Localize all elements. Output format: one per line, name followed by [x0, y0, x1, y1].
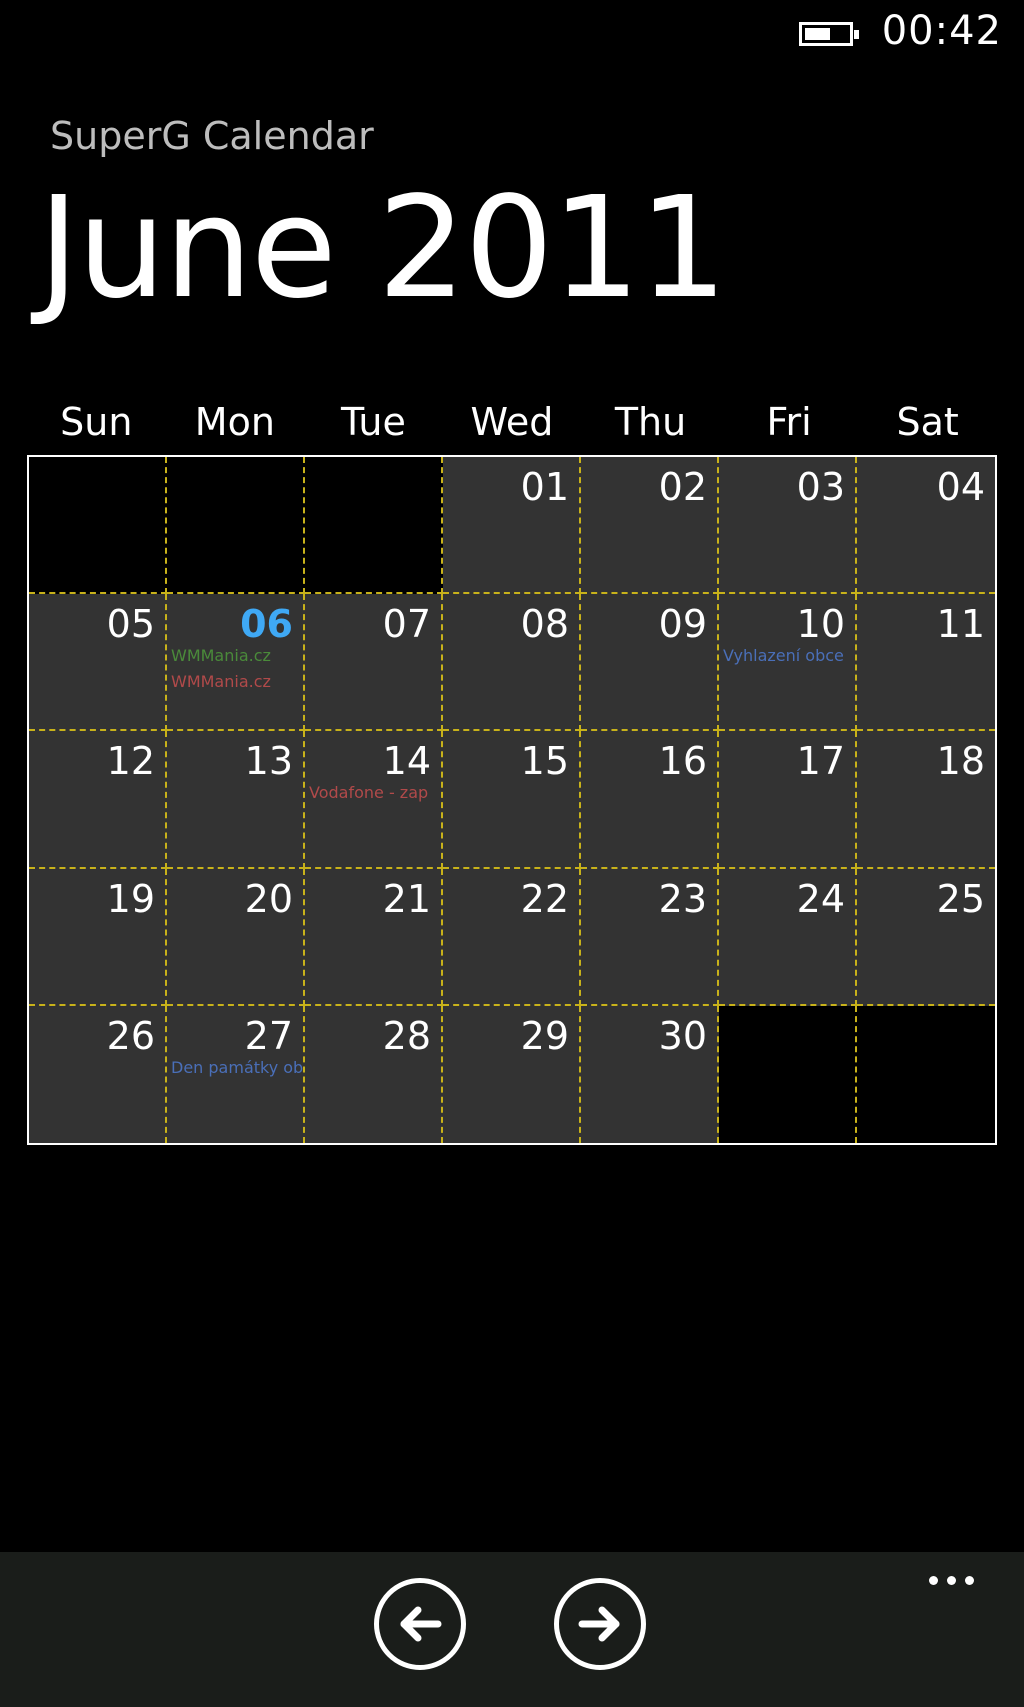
battery-icon: [799, 22, 859, 46]
day-number: 10: [796, 602, 845, 647]
calendar-event[interactable]: WMMania.cz: [171, 672, 271, 691]
calendar-empty-cell: [719, 1005, 857, 1143]
calendar-day-cell[interactable]: 19: [29, 868, 167, 1006]
day-number: 29: [520, 1013, 569, 1058]
app-title: SuperG Calendar: [50, 114, 374, 158]
day-number: 11: [936, 602, 985, 647]
day-number: 09: [658, 602, 707, 647]
day-number: 30: [658, 1013, 707, 1058]
day-number: 07: [382, 602, 431, 647]
day-number: 03: [796, 465, 845, 509]
weekday-label: Tue: [340, 400, 406, 444]
today-day-number: 06: [240, 602, 293, 647]
calendar-day-cell[interactable]: 08: [443, 594, 581, 732]
calendar-empty-cell: [29, 457, 167, 595]
day-number: 26: [106, 1013, 155, 1058]
weekday-header: Sun Mon Tue Wed Thu Fri Sat: [27, 400, 997, 444]
calendar-day-cell[interactable]: 30: [581, 1005, 719, 1143]
calendar-day-cell[interactable]: 07: [305, 594, 443, 732]
day-number: 08: [520, 602, 569, 647]
day-number: 01: [520, 465, 569, 509]
calendar-day-cell[interactable]: 02: [581, 457, 719, 595]
calendar-event[interactable]: Vodafone - zap: [309, 783, 428, 802]
day-number: 27: [244, 1013, 293, 1058]
calendar-day-cell[interactable]: 29: [443, 1005, 581, 1143]
calendar-day-cell[interactable]: 04: [857, 457, 995, 595]
more-options-button[interactable]: [929, 1576, 974, 1585]
calendar-empty-cell: [167, 457, 305, 595]
day-number: 05: [106, 602, 155, 647]
calendar-day-cell[interactable]: 18: [857, 731, 995, 869]
calendar-day-cell[interactable]: 17: [719, 731, 857, 869]
status-bar: 00:42: [0, 0, 1024, 70]
day-number: 19: [106, 876, 155, 921]
calendar-day-cell[interactable]: 26: [29, 1005, 167, 1143]
next-month-button[interactable]: [554, 1578, 646, 1670]
day-number: 12: [106, 739, 155, 784]
day-number: 20: [244, 876, 293, 921]
day-number: 23: [658, 876, 707, 921]
weekday-label: Mon: [194, 400, 275, 444]
calendar-day-cell[interactable]: 20: [167, 868, 305, 1006]
day-number: 16: [658, 739, 707, 784]
calendar-day-cell[interactable]: 28: [305, 1005, 443, 1143]
day-number: 02: [658, 465, 707, 509]
calendar-day-cell[interactable]: 13: [167, 731, 305, 869]
status-clock: 00:42: [881, 8, 1002, 54]
day-number: 17: [796, 739, 845, 784]
calendar-day-cell[interactable]: 01: [443, 457, 581, 595]
calendar-day-cell[interactable]: 27 Den památky ob: [167, 1005, 305, 1143]
calendar-day-cell[interactable]: 21: [305, 868, 443, 1006]
arrow-right-icon: [578, 1606, 620, 1642]
calendar-day-cell[interactable]: 16: [581, 731, 719, 869]
previous-month-button[interactable]: [374, 1578, 466, 1670]
calendar-grid: 01 02 03 04 05 06 WMMania.cz WMMania.cz 07 08 09 10…: [27, 455, 997, 1145]
calendar-day-cell[interactable]: 06 WMMania.cz WMMania.cz: [167, 594, 305, 732]
calendar-day-cell[interactable]: 09: [581, 594, 719, 732]
calendar-event[interactable]: Den památky ob: [171, 1058, 303, 1077]
calendar-day-cell[interactable]: 23: [581, 868, 719, 1006]
app-bar: [0, 1552, 1024, 1707]
weekday-label: Wed: [470, 400, 554, 444]
day-number: 28: [382, 1013, 431, 1058]
day-number: 25: [936, 876, 985, 921]
calendar-day-cell[interactable]: 12: [29, 731, 167, 869]
calendar-day-cell[interactable]: 03: [719, 457, 857, 595]
arrow-left-icon: [400, 1606, 442, 1642]
calendar-day-cell[interactable]: 24: [719, 868, 857, 1006]
ellipsis-icon-dot: [965, 1576, 974, 1585]
calendar-day-cell[interactable]: 10 Vyhlazení obce: [719, 594, 857, 732]
weekday-label: Fri: [766, 400, 812, 444]
calendar-event[interactable]: WMMania.cz: [171, 646, 271, 665]
calendar-day-cell[interactable]: 14 Vodafone - zap: [305, 731, 443, 869]
calendar-empty-cell: [305, 457, 443, 595]
day-number: 21: [382, 876, 431, 921]
day-number: 13: [244, 739, 293, 784]
calendar-event[interactable]: Vyhlazení obce: [723, 646, 844, 665]
weekday-label: Sun: [60, 400, 133, 444]
weekday-label: Thu: [614, 400, 687, 444]
calendar-day-cell[interactable]: 22: [443, 868, 581, 1006]
ellipsis-icon-dot: [947, 1576, 956, 1585]
calendar-day-cell[interactable]: 15: [443, 731, 581, 869]
battery-level: [805, 28, 831, 40]
day-number: 04: [936, 465, 985, 509]
calendar-day-cell[interactable]: 11: [857, 594, 995, 732]
day-number: 15: [520, 739, 569, 784]
day-number: 18: [936, 739, 985, 784]
weekday-label: Sat: [896, 400, 959, 444]
month-title: June 2011: [38, 167, 728, 330]
calendar-day-cell[interactable]: 25: [857, 868, 995, 1006]
day-number: 14: [382, 739, 431, 784]
calendar-day-cell[interactable]: 05: [29, 594, 167, 732]
ellipsis-icon-dot: [929, 1576, 938, 1585]
calendar-empty-cell: [857, 1005, 995, 1143]
day-number: 24: [796, 876, 845, 921]
day-number: 22: [520, 876, 569, 921]
